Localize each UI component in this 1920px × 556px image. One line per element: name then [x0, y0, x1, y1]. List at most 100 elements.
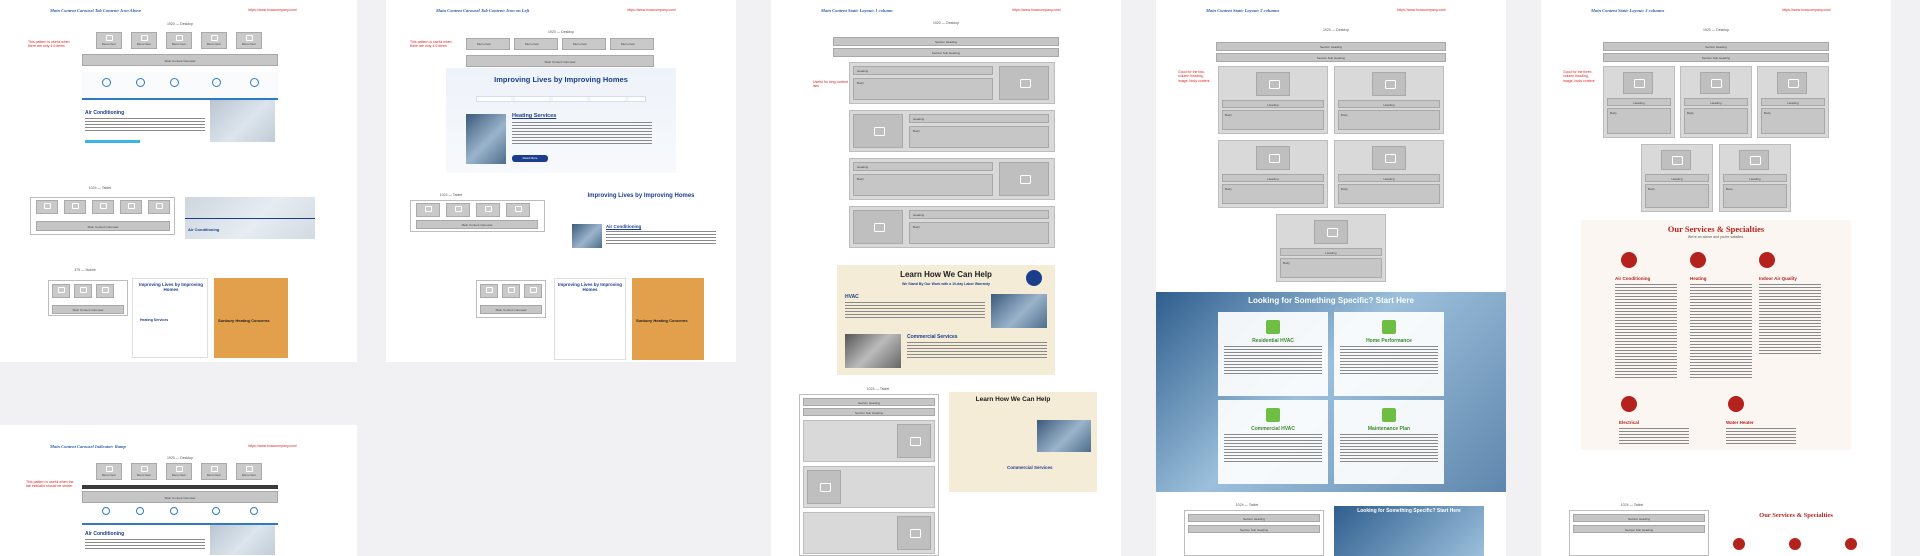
row-body: Body	[853, 78, 993, 100]
tab-item[interactable]	[502, 284, 520, 298]
image-placeholder	[1372, 146, 1406, 170]
sunbury-heading: Sunbury Heating Concerns	[218, 318, 270, 323]
service-title: Heating	[1690, 276, 1707, 281]
image-placeholder	[1372, 72, 1406, 96]
flame-icon[interactable]	[136, 78, 145, 87]
tab-item[interactable]: Menu Item	[514, 38, 558, 50]
tab-item[interactable]: Menu Item	[610, 38, 654, 50]
read-more-button[interactable]: Read More	[512, 155, 548, 162]
viewport-label: 1024 — Tablet	[866, 387, 890, 391]
service-body	[1759, 284, 1821, 354]
tablet-commercial-heading: Commercial Services	[1007, 465, 1053, 470]
section-heading: Section Heading	[803, 398, 935, 406]
snowflake-icon[interactable]	[102, 507, 110, 515]
tab-item[interactable]	[416, 203, 440, 217]
artboard-3-columns: Main Content Static Layout: 3 columns ht…	[1541, 0, 1891, 556]
viewport-label: 1024 — Tablet	[1620, 503, 1644, 507]
tab-item[interactable]	[506, 203, 530, 217]
board-url[interactable]: https://www.hvaccompany.com/	[1397, 8, 1446, 12]
row-body: Body	[909, 126, 1049, 148]
card-body: Body	[1723, 184, 1787, 208]
building-icon[interactable]	[212, 78, 221, 87]
image-placeholder	[1700, 72, 1730, 94]
artboard-icon-left: Main Content Carousel Tab Content: Icon …	[386, 0, 736, 362]
tablet-looking-title: Looking for Something Specific? Start He…	[1357, 508, 1461, 514]
board-url[interactable]: https://www.hvaccompany.com/	[248, 8, 297, 12]
tab-item[interactable]: Menu Item	[166, 463, 192, 480]
flame-icon[interactable]	[136, 507, 144, 515]
snowflake-icon	[1621, 252, 1637, 268]
tab-item[interactable]	[480, 284, 498, 298]
service-title: Indoor Air Quality	[1759, 276, 1797, 281]
viewport-label: 1920 — Desktop	[166, 456, 194, 460]
tab-item[interactable]: Menu Item	[562, 38, 606, 50]
board-title: Main Content Static Layout: 1 column	[821, 8, 893, 13]
board-url[interactable]: https://www.hvaccompany.com/	[248, 444, 297, 448]
annotation-note: This pattern is useful when the tab indi…	[26, 480, 74, 489]
image-icon	[140, 35, 148, 41]
looking-panel	[1156, 292, 1506, 492]
card-heading: Heading	[1684, 98, 1748, 106]
tab-item[interactable]: Menu Item	[131, 463, 157, 480]
tab-item[interactable]: Menu Item	[236, 32, 262, 49]
wrench-icon[interactable]	[250, 78, 259, 87]
air-icon[interactable]	[170, 78, 179, 87]
tab-item[interactable]: Menu Item	[201, 32, 227, 49]
board-title: Main Content Static Layout: 3 columns	[1591, 8, 1665, 13]
tab-item[interactable]	[92, 200, 114, 214]
snowflake-icon[interactable]	[102, 78, 111, 87]
tab-item[interactable]	[446, 203, 470, 217]
board-url[interactable]: https://www.hvaccompany.com/	[1012, 8, 1061, 12]
card-body: Body	[1338, 184, 1440, 204]
artboard-1-column: Main Content Static Layout: 1 column htt…	[771, 0, 1121, 556]
section-sub-heading: Section Sub Heading	[803, 408, 935, 416]
electrical-icon	[1621, 396, 1637, 412]
tab-item[interactable]: Menu Item	[96, 32, 122, 49]
tab-item[interactable]: Menu Item	[466, 38, 510, 50]
image-placeholder	[1777, 72, 1807, 94]
tab-item[interactable]: Menu Item	[131, 32, 157, 49]
air-icon[interactable]	[170, 507, 178, 515]
tablet-services-title: Our Services & Specialties	[1759, 512, 1833, 519]
service-heading: Heating Services	[512, 113, 557, 119]
image-placeholder	[853, 114, 903, 148]
tab-item[interactable]: Menu Item	[201, 463, 227, 480]
tab-item[interactable]	[148, 200, 170, 214]
building-icon[interactable]	[212, 507, 220, 515]
card-body	[1340, 434, 1438, 464]
carousel-bar: Main Content Carousel	[480, 305, 542, 314]
card-body: Body	[1280, 258, 1382, 278]
tab-item[interactable]	[476, 203, 500, 217]
image-placeholder	[1256, 72, 1290, 96]
tab-item[interactable]	[64, 200, 86, 214]
card-body	[1340, 346, 1438, 376]
section-sub-heading: Section Sub Heading	[833, 48, 1059, 57]
tab-item[interactable]: Menu Item	[236, 463, 262, 480]
card-body: Body	[1645, 184, 1709, 208]
tab-item[interactable]	[52, 284, 70, 298]
image-icon	[245, 35, 253, 41]
tab-item[interactable]	[36, 200, 58, 214]
card-heading: Heading	[1338, 174, 1440, 182]
tab-item[interactable]: Menu Item	[96, 463, 122, 480]
services-title: Our Services & Specialties	[1667, 224, 1765, 234]
card-heading: Heading	[1338, 100, 1440, 108]
wrench-icon[interactable]	[250, 507, 258, 515]
card-body: Body	[1222, 110, 1324, 130]
tablet-photo	[572, 224, 602, 248]
technician-photo	[466, 114, 506, 164]
image-placeholder	[1739, 150, 1769, 170]
tab-item[interactable]	[120, 200, 142, 214]
tab-item[interactable]	[524, 284, 542, 298]
card-title: Residential HVAC	[1252, 338, 1294, 344]
tab-item[interactable]	[96, 284, 114, 298]
cta-underline[interactable]	[85, 140, 140, 143]
section-heading: Section Heading	[833, 37, 1059, 46]
tab-item[interactable]: Menu Item	[166, 32, 192, 49]
board-url[interactable]: https://www.hvaccompany.com/	[1782, 8, 1831, 12]
card-heading: Heading	[1222, 100, 1324, 108]
board-url[interactable]: https://www.hvaccompany.com/	[627, 8, 676, 12]
tab-item[interactable]	[74, 284, 92, 298]
card-heading: Heading	[1645, 174, 1709, 182]
card-body: Body	[1761, 108, 1825, 134]
